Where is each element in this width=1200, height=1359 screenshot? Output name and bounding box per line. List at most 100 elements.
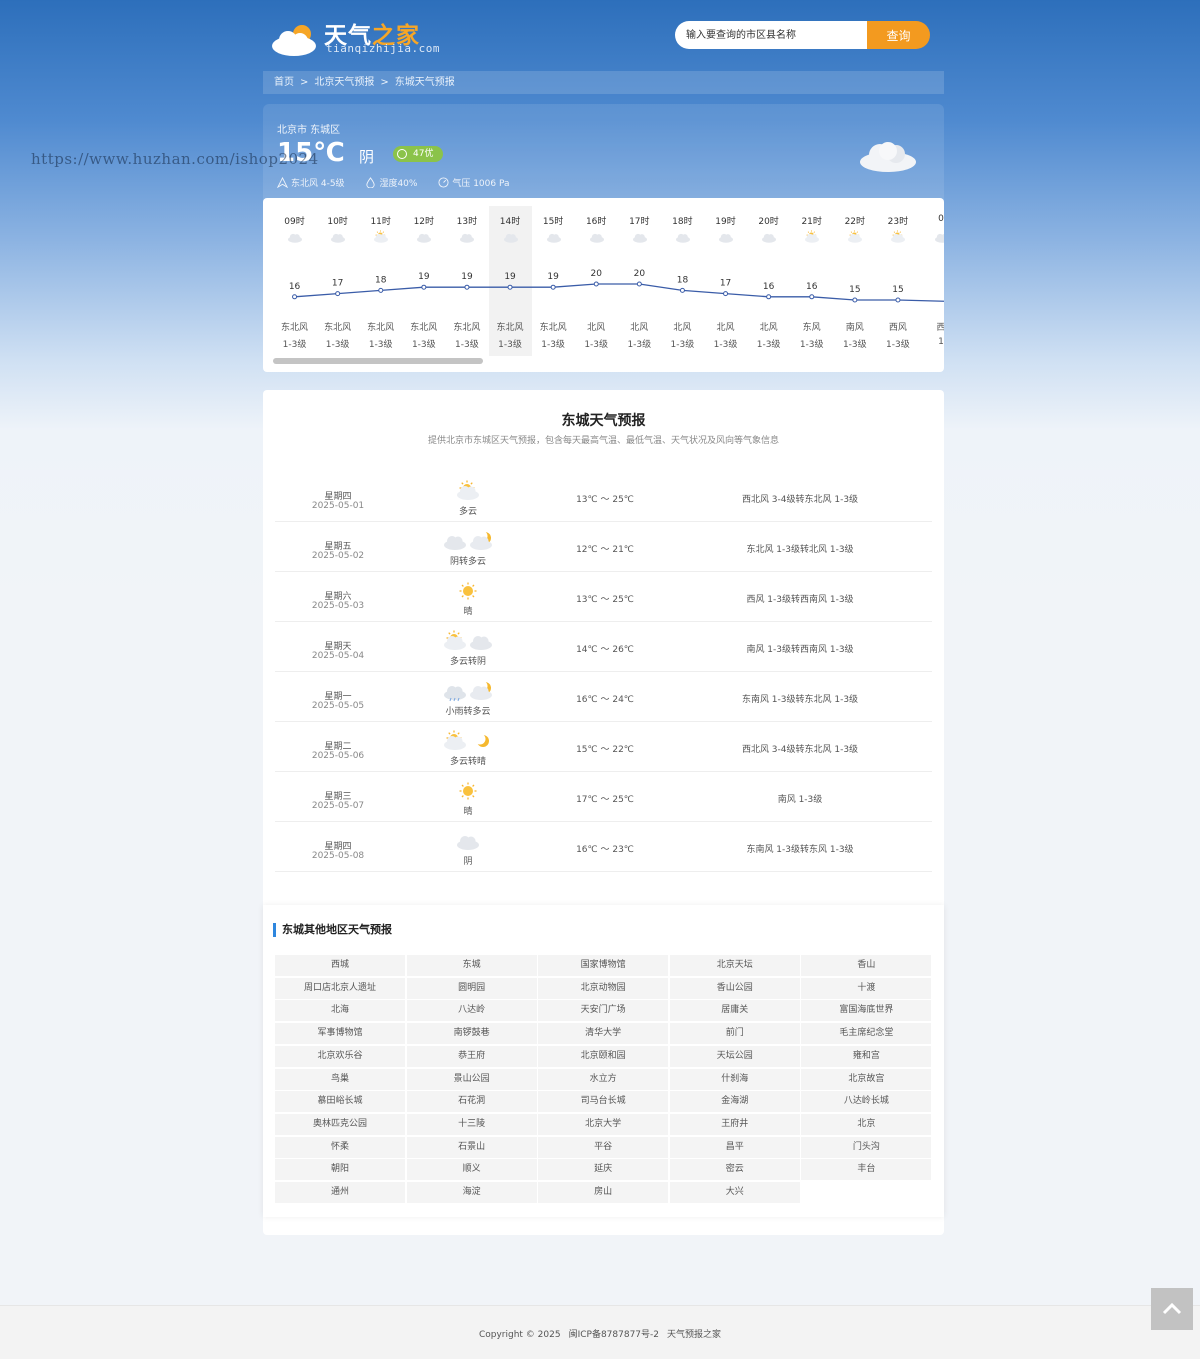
area-link[interactable]: 恭王府 [406,1045,537,1067]
light-rain-icon [444,686,466,702]
forecast-temperature: 13℃ ～ 25℃ [576,495,634,505]
area-link[interactable]: 北京动物园 [538,977,669,999]
area-link[interactable]: 毛主席纪念堂 [801,1023,932,1045]
area-link[interactable]: 周口店北京人遗址 [275,977,405,999]
area-link[interactable]: 北京故宫 [801,1068,932,1090]
area-link[interactable]: 雍和宫 [801,1045,932,1067]
area-link[interactable]: 天安门广场 [538,1000,669,1022]
area-link[interactable]: 房山 [538,1182,669,1203]
area-link[interactable]: 西城 [275,955,405,976]
hour-wind-level: 1-3级 [411,340,436,350]
hour-wind: 东风 [802,323,821,333]
forecast-wind: 西北风 3-4级转东北风 1-3级 [741,495,859,505]
area-link[interactable]: 门头沟 [801,1136,932,1158]
forecast-wind: 东南风 1-3级转东风 1-3级 [746,845,854,855]
area-link[interactable]: 天坛公园 [669,1045,800,1067]
area-link[interactable]: 司马台长城 [538,1091,669,1113]
area-link[interactable]: 居庸关 [669,1000,800,1022]
other-areas-title: 东城其他地区天气预报 [273,923,392,937]
footer-site-name[interactable]: 天气预报之家 [667,1330,721,1340]
area-link[interactable]: 大兴 [669,1182,800,1203]
hour-time: 13时 [456,217,478,227]
area-link[interactable]: 鸟巢 [275,1068,405,1090]
footer-text: Copyright © 2025 闽ICP备8787877号-2 天气预报之家 [0,1327,1200,1340]
forecast-wind: 东南风 1-3级转东北风 1-3级 [741,695,859,705]
area-link[interactable]: 平谷 [538,1136,669,1158]
hour-time: 23时 [887,217,909,227]
area-link[interactable]: 丰台 [801,1159,932,1181]
hourly-item: 0 西 1 [920,206,944,356]
forecast-date: 2025-05-05 [311,701,365,711]
aqi-badge[interactable]: 47优 [393,146,443,162]
overcast-icon [589,233,604,243]
area-link[interactable]: 富国海底世界 [801,1000,932,1022]
area-link[interactable]: 圆明园 [406,977,537,999]
area-link[interactable]: 东城 [406,955,537,976]
forecast-wind: 南风 1-3级转西南风 1-3级 [746,645,854,655]
area-link[interactable]: 十三陵 [406,1113,537,1135]
search-button[interactable]: 查询 [867,21,930,49]
area-link[interactable]: 景山公园 [406,1068,537,1090]
forecast-wind: 东北风 1-3级转北风 1-3级 [746,545,854,555]
area-link[interactable]: 国家博物馆 [538,955,669,976]
area-link[interactable]: 北海 [275,1000,405,1022]
partly-cloudy-icon [444,630,466,650]
area-link[interactable]: 通州 [275,1182,405,1203]
overcast-icon [546,233,561,243]
area-link[interactable]: 八达岭长城 [801,1091,932,1113]
area-link[interactable]: 顺义 [406,1159,537,1181]
footer-icp[interactable]: 闽ICP备8787877号-2 [569,1330,659,1340]
area-link[interactable]: 八达岭 [406,1000,537,1022]
breadcrumb-separator: > [300,77,309,88]
area-link[interactable]: 前门 [669,1023,800,1045]
area-link[interactable]: 金海湖 [669,1091,800,1113]
back-to-top-button[interactable] [1151,1288,1193,1330]
area-link[interactable]: 石花洞 [406,1091,537,1113]
area-link[interactable]: 军事博物馆 [275,1023,405,1045]
forecast-condition: 阴 [463,857,473,867]
area-link[interactable]: 水立方 [538,1068,669,1090]
hour-wind: 东北风 [410,323,438,333]
scrollbar-thumb[interactable] [273,358,483,364]
hourly-scrollbar[interactable] [273,358,933,364]
forecast-row: 星期五 2025-05-02 阴转多云 12℃ ～ 21℃ 东北风 1-3级转北风 1-… [275,522,932,572]
area-link[interactable]: 石景山 [406,1136,537,1158]
hour-wind: 北风 [673,323,692,333]
forecast-date: 2025-05-08 [311,851,365,861]
area-link[interactable]: 怀柔 [275,1136,405,1158]
other-areas-panel: 东城其他地区天气预报 西城 东城 国家博物馆 北京天坛 香山周口店北京人遗址 圆明园 北京动… [263,905,944,1217]
breadcrumb-home[interactable]: 首页 [274,77,294,88]
area-link[interactable]: 北京 [801,1113,932,1135]
area-link[interactable]: 朝阳 [275,1159,405,1181]
hour-time: 22时 [844,217,866,227]
area-link[interactable]: 清华大学 [538,1023,669,1045]
area-link[interactable]: 密云 [669,1159,800,1181]
hour-wind-level: 1 [938,337,944,347]
forecast-temperature: 14℃ ～ 26℃ [576,645,634,655]
area-link[interactable]: 南锣鼓巷 [406,1023,537,1045]
area-link[interactable]: 北京天坛 [669,955,800,976]
area-link[interactable]: 香山公园 [669,977,800,999]
hour-wind-level: 1-3级 [842,340,867,350]
area-link[interactable]: 十渡 [801,977,932,999]
area-link[interactable]: 北京颐和园 [538,1045,669,1067]
overcast-icon [460,233,475,243]
area-link[interactable]: 奥林匹克公园 [275,1113,405,1135]
area-link[interactable]: 昌平 [669,1136,800,1158]
site-logo[interactable]: 天气之家 tianqizhijia.com [270,14,440,58]
breadcrumb-beijing[interactable]: 北京天气预报 [314,77,374,88]
search-input[interactable] [675,21,867,49]
hour-wind: 西风 [888,323,907,333]
forecast-wind: 南风 1-3级 [777,795,823,805]
area-link[interactable]: 香山 [801,955,932,976]
forecast-icons [435,780,501,802]
hour-wind: 西 [936,323,944,333]
area-link[interactable]: 王府井 [669,1113,800,1135]
area-link[interactable]: 北京大学 [538,1113,669,1135]
area-link[interactable]: 延庆 [538,1159,669,1181]
area-link[interactable]: 北京欢乐谷 [275,1045,405,1067]
area-link[interactable]: 慕田峪长城 [275,1091,405,1113]
area-link[interactable]: 什刹海 [669,1068,800,1090]
area-link[interactable]: 海淀 [406,1182,537,1203]
partly-cloudy-icon [891,230,906,243]
